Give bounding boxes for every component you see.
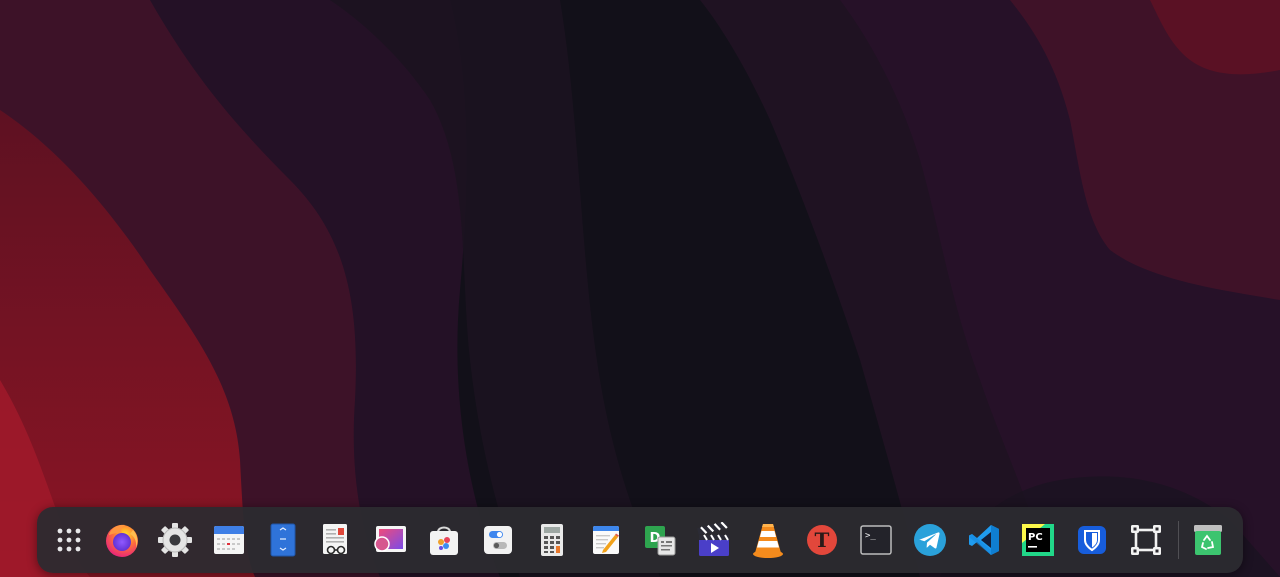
calendar-icon (214, 526, 244, 554)
toggle-switches-icon (484, 526, 512, 554)
calculator-icon (541, 524, 563, 556)
archive-icon (270, 523, 296, 557)
telegram-button[interactable] (910, 520, 950, 560)
desktop[interactable]: D T >_ PC (0, 0, 1280, 577)
dock: D T >_ PC (37, 507, 1243, 573)
font-manager-icon: T (807, 525, 837, 555)
text-editor-button[interactable] (586, 520, 626, 560)
calendar-button[interactable] (209, 520, 249, 560)
screenshot-tool-button[interactable] (1126, 520, 1166, 560)
font-manager-glyph: T (815, 528, 830, 552)
vscode-icon (969, 525, 999, 555)
app-store-button[interactable] (424, 520, 464, 560)
terminal-button[interactable]: >_ (856, 520, 896, 560)
trash-button[interactable] (1188, 520, 1228, 560)
calculator-button[interactable] (532, 520, 572, 560)
pycharm-button[interactable]: PC (1018, 520, 1058, 560)
terminal-prompt-glyph: >_ (865, 531, 876, 541)
clapperboard-icon (697, 522, 729, 556)
text-editor-icon (593, 526, 619, 554)
desktop-wallpaper (0, 0, 1280, 577)
bitwarden-shield-icon (1078, 526, 1106, 554)
grid-dots-icon (57, 528, 81, 552)
pycharm-icon: PC (1022, 524, 1054, 556)
archive-manager-button[interactable] (263, 520, 303, 560)
app-store-bag-icon (430, 526, 458, 555)
firefox-button[interactable] (102, 520, 142, 560)
image-viewer-button[interactable] (370, 520, 410, 560)
dock-separator (1178, 521, 1179, 559)
telegram-icon (914, 524, 946, 556)
app-launcher-button[interactable] (49, 520, 89, 560)
screenshot-frame-icon (1131, 525, 1161, 555)
font-manager-button[interactable]: T (802, 520, 842, 560)
bitwarden-button[interactable] (1072, 520, 1112, 560)
vscode-button[interactable] (964, 520, 1004, 560)
gear-icon (158, 523, 192, 557)
vlc-button[interactable] (748, 520, 788, 560)
document-viewer-button[interactable] (316, 520, 356, 560)
pycharm-glyph: PC (1028, 532, 1043, 543)
dictionary-icon: D (645, 526, 676, 556)
vlc-cone-icon (753, 524, 783, 558)
document-viewer-icon (323, 524, 347, 555)
image-viewer-icon (374, 526, 406, 552)
recycle-bin-icon (1194, 525, 1222, 555)
firefox-icon (106, 524, 138, 557)
dictionary-button[interactable]: D (640, 520, 680, 560)
tweaks-button[interactable] (478, 520, 518, 560)
video-editor-button[interactable] (694, 520, 734, 560)
settings-button[interactable] (155, 520, 195, 560)
terminal-icon: >_ (860, 525, 892, 555)
